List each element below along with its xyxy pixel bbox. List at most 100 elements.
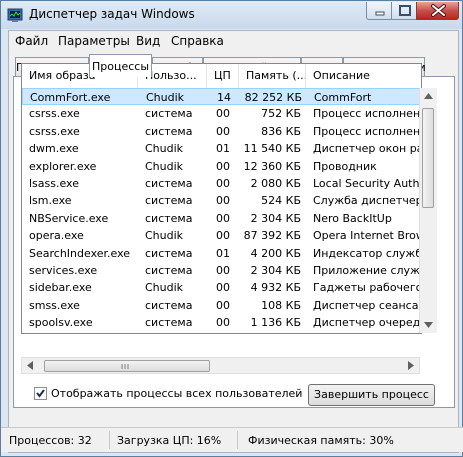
close-button[interactable] [416,2,459,20]
memory-cell: 1 136 КБ [250,316,301,330]
image-name-cell: lsm.exe [29,194,72,208]
vertical-scrollbar[interactable] [419,88,437,333]
user-cell: система [145,211,193,225]
cpu-cell: 00 [216,298,230,312]
horizontal-scroll-thumb[interactable] [44,360,210,372]
title-bar[interactable]: Диспетчер задач Windows [1,1,462,29]
cpu-cell: 01 [216,142,230,156]
cpu-cell: 14 [217,91,231,104]
process-row[interactable]: services.exe система 00 2 304 КБ Приложение … [22,262,421,279]
memory-cell: 4 200 КБ [250,246,301,260]
cpu-cell: 00 [216,264,230,277]
process-row[interactable]: lsm.exe система 00 524 КБ Служба диспетчера [22,192,421,209]
maximize-button[interactable] [391,2,417,20]
process-list[interactable]: Имя образа Пользо... ЦП Память (... Опис… [21,63,422,334]
cpu-cell: 00 [216,281,230,295]
process-row[interactable]: smss.exe система 00 108 КБ Диспетчер сеанса [22,297,421,314]
image-name-cell: NBService.exe [29,211,109,225]
cpu-cell: 00 [216,194,230,208]
show-all-processes-label[interactable]: Отображать процессы всех пользователей [51,387,302,400]
user-cell: Chudik [145,142,184,156]
user-cell: Chudik [145,229,184,243]
cpu-cell: 01 [216,246,230,260]
memory-cell: 2 304 КБ [250,211,301,225]
user-cell: система [145,298,193,312]
user-cell: система [145,107,193,121]
scroll-down-icon[interactable] [424,322,433,328]
process-row[interactable]: dwm.exe Chudik 01 11 540 КБ Диспетчер окон р… [22,140,421,157]
memory-cell: 12 360 КБ [243,159,301,173]
memory-cell: 11 540 КБ [243,142,301,156]
column-cpu[interactable]: ЦП [207,64,239,88]
description-cell: Процесс исполнения [313,107,421,121]
image-name-cell: csrss.exe [29,124,80,138]
cpu-cell: 00 [216,107,230,121]
menu-help[interactable]: Справка [171,34,224,48]
description-cell: Nero BackItUp [313,211,392,225]
column-memory[interactable]: Память (... [239,64,306,88]
memory-cell: 4 932 КБ [250,281,301,295]
image-name-cell: smss.exe [29,298,80,312]
cpu-cell: 00 [216,316,230,330]
process-row[interactable]: opera.exe Chudik 00 87 392 КБ Opera Internet… [22,227,421,244]
memory-cell: 752 КБ [261,107,301,121]
cpu-usage-status: Загрузка ЦП: 16% [117,434,222,447]
image-name-cell: spoolsv.exe [29,316,93,330]
close-icon [431,4,446,17]
process-row[interactable]: explorer.exe Chudik 00 12 360 КБ Проводник [22,158,421,175]
user-cell: система [145,177,193,190]
end-process-button[interactable]: Завершить процесс [308,384,435,406]
description-cell: Служба диспетчера [313,194,421,208]
process-row[interactable]: csrss.exe система 00 836 КБ Процесс исполнен… [22,123,421,140]
memory-cell: 524 КБ [261,194,301,208]
description-cell: Приложение служб [313,264,421,277]
scroll-right-icon[interactable] [408,361,414,370]
description-cell: Диспетчер окон раб [313,142,421,156]
process-row[interactable]: CommFort.exe Chudik 14 82 252 КБ CommFort [22,88,421,105]
show-all-processes-checkbox[interactable] [34,387,47,400]
process-row[interactable]: csrss.exe система 00 752 КБ Процесс исполнен… [22,105,421,122]
description-cell: Local Security Author [313,177,421,190]
process-row[interactable]: SearchIndexer.exe система 01 4 200 КБ Индекс… [22,245,421,262]
process-row[interactable]: spoolsv.exe система 00 1 136 КБ Диспетчер оч… [22,314,421,331]
status-separator [237,431,238,449]
image-name-cell: lsass.exe [29,177,79,190]
description-cell: Процесс исполнения [313,124,421,138]
process-count-status: Процессов: 32 [9,434,92,447]
image-name-cell: opera.exe [29,229,84,243]
menu-view[interactable]: Вид [136,34,160,48]
tab-processes[interactable]: Процессы [89,54,152,77]
memory-cell: 108 КБ [261,298,301,312]
task-manager-window: Диспетчер задач Windows Файл Параметры В… [0,0,463,457]
menu-bar: Файл Параметры Вид Справка [9,31,458,51]
image-name-cell: CommFort.exe [30,91,111,104]
user-cell: система [145,246,193,260]
description-cell: Проводник [313,159,377,173]
description-cell: Opera Internet Brow [313,229,421,243]
process-row[interactable]: sidebar.exe Chudik 00 4 932 КБ Гаджеты рабоч… [22,279,421,296]
user-cell: система [145,316,193,330]
description-cell: Диспетчер сеанса [313,298,419,312]
image-name-cell: SearchIndexer.exe [29,246,131,260]
description-cell: Гаджеты рабочего [313,281,421,295]
process-row[interactable]: lsass.exe система 00 2 080 КБ Local Security… [22,175,421,192]
maximize-icon [399,5,411,16]
column-description[interactable]: Описание [306,64,421,88]
minimize-icon [375,11,385,16]
vertical-scroll-thumb[interactable] [422,108,434,208]
horizontal-scrollbar[interactable] [21,357,420,374]
scroll-up-icon[interactable] [424,93,433,99]
user-cell: Chudik [145,159,184,173]
user-cell: Chudik [146,91,185,104]
list-header: Имя образа Пользо... ЦП Память (... Опис… [22,64,421,89]
menu-options[interactable]: Параметры [58,34,130,48]
user-cell: система [145,264,193,277]
description-cell: Индексатор службы [313,246,421,260]
minimize-button[interactable] [366,2,392,20]
process-row[interactable]: NBService.exe система 00 2 304 КБ Nero BackI… [22,210,421,227]
menu-file[interactable]: Файл [15,34,48,48]
scroll-left-icon[interactable] [27,361,33,370]
cpu-cell: 00 [216,211,230,225]
cpu-cell: 00 [216,229,230,243]
description-cell: CommFort [314,91,372,104]
